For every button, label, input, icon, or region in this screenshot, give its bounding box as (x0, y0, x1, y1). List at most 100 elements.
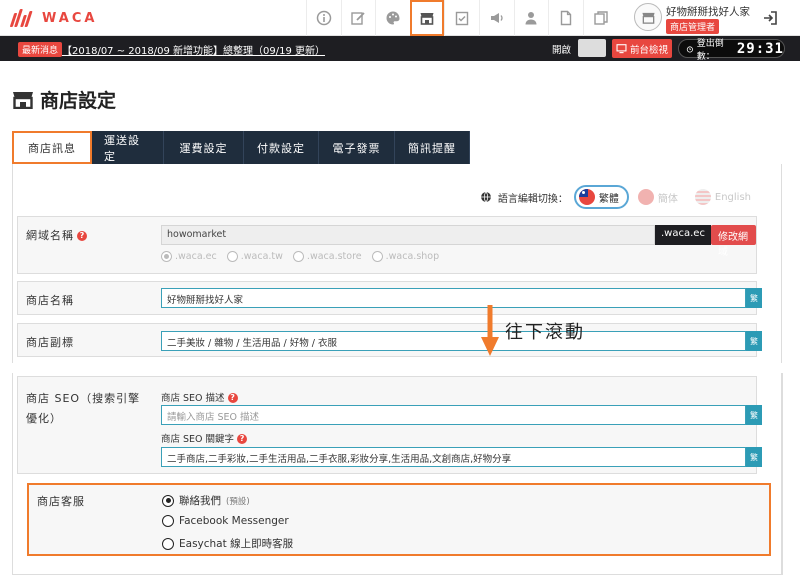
seo-desc-label: 商店 SEO 描述? (161, 390, 238, 404)
shop-avatar (634, 3, 662, 31)
document-icon[interactable] (548, 0, 583, 36)
service-option-contact[interactable]: 聯絡我們 (預設) (162, 493, 250, 508)
seo-keywords-label: 商店 SEO 關鍵字? (161, 431, 248, 445)
lang-label: 簡体 (657, 193, 678, 205)
service-option-easychat[interactable]: Easychat 線上即時客服 (162, 536, 293, 551)
scroll-hint-text: 往下滾動 (505, 322, 585, 343)
info-icon[interactable] (306, 0, 341, 36)
domain-option-waca-tw[interactable]: .waca.tw (226, 251, 283, 262)
tab-shipping-fee[interactable]: 運費設定 (164, 131, 244, 164)
monitor-icon (616, 44, 627, 54)
top-icon-bar (306, 0, 617, 36)
tab-label: 運費設定 (179, 141, 228, 155)
shop-name-label: 商店名稱 (26, 294, 74, 307)
seo-field: 商店 SEO（搜索引擎 優化） 商店 SEO 描述? 請輸入商店 SEO 描述 繁… (17, 376, 762, 474)
help-icon[interactable]: ? (77, 231, 87, 241)
user-icon[interactable] (513, 0, 549, 36)
domain-suffix: .waca.ec (655, 225, 711, 245)
timer-label: 登出倒數： (696, 38, 724, 62)
shop-name: 好物掰掰找好人家 (666, 6, 750, 18)
customer-service-field: 商店客服 聯絡我們 (預設) Facebook Messenger Easych… (27, 483, 771, 556)
radio-icon (162, 537, 174, 550)
tab-sms-reminder[interactable]: 簡訊提醒 (395, 131, 470, 164)
frontend-view-label: 前台檢視 (629, 44, 668, 56)
tab-label: 電子發票 (332, 141, 381, 155)
radio-icon (161, 251, 172, 262)
radio-icon (162, 515, 174, 527)
option-label: Facebook Messenger (179, 515, 289, 527)
option-label: Easychat 線上即時客服 (179, 538, 294, 550)
logout-icon[interactable] (762, 10, 778, 26)
lang-simplified-chinese[interactable]: 簡体 (635, 187, 686, 207)
domain-field: 網域名稱? howomarket .waca.ec 修改網域 .waca.ec … (17, 216, 757, 274)
radio-icon (162, 494, 174, 507)
store-icon (13, 91, 33, 109)
waca-logo[interactable]: WACA (8, 7, 97, 29)
open-label: 開啟 (552, 45, 572, 56)
radio-icon (371, 251, 383, 262)
arrow-down-icon (481, 305, 499, 356)
shop-subtitle-input[interactable]: 二手美妝 / 雜物 / 生活用品 / 好物 / 衣服 (161, 331, 746, 351)
shop-name-lang-button[interactable]: 繁 (746, 288, 762, 308)
lang-traditional-chinese[interactable]: 繁體 (573, 185, 629, 209)
seo-desc-input[interactable]: 請輸入商店 SEO 描述 (161, 405, 746, 425)
announcement-bar: 最新消息 【2018/07 ~ 2018/09 新增功能】總整理（09/19 更… (0, 36, 800, 62)
megaphone-icon[interactable] (478, 0, 514, 36)
tab-label: 商店訊息 (28, 141, 76, 155)
tab-shipping[interactable]: 運送設定 (92, 131, 164, 164)
shop-role-badge: 商店管理者 (666, 19, 720, 34)
domain-option-waca-store[interactable]: .waca.store (292, 251, 362, 262)
frontend-view-button[interactable]: 前台檢視 (612, 39, 672, 58)
uk-flag-icon (694, 189, 711, 205)
lang-label: 繁體 (598, 193, 619, 205)
tab-shop-info[interactable]: 商店訊息 (12, 131, 92, 164)
seo-desc-lang-button[interactable]: 繁 (746, 405, 762, 425)
china-flag-icon (637, 189, 654, 205)
domain-suffix-options: .waca.ec .waca.tw .waca.store .waca.shop (161, 251, 439, 262)
help-icon[interactable]: ? (237, 434, 248, 444)
shop-subtitle-lang-button[interactable]: 繁 (746, 331, 762, 351)
domain-label: 網域名稱? (26, 227, 87, 243)
tab-payment[interactable]: 付款設定 (244, 131, 319, 164)
radio-icon (226, 251, 238, 262)
language-switcher: 語言編輯切換： 繁體 簡体 English (480, 185, 759, 209)
store-icon[interactable] (409, 0, 445, 36)
modify-domain-button[interactable]: 修改網域 (711, 225, 756, 258)
tab-e-invoice[interactable]: 電子發票 (319, 131, 395, 164)
shop-profile[interactable]: 好物掰掰找好人家 商店管理者 (632, 1, 752, 34)
news-badge: 最新消息 (18, 42, 63, 57)
shop-name-input[interactable]: 好物掰掰找好人家 (161, 288, 746, 308)
tab-label: 運送設定 (104, 133, 140, 163)
lang-english[interactable]: English (692, 187, 759, 207)
option-label: 聯絡我們 (179, 495, 221, 507)
checklist-icon[interactable] (444, 0, 479, 36)
logo-text: WACA (42, 10, 98, 26)
page-title: 商店設定 (40, 90, 117, 112)
domain-option-waca-shop[interactable]: .waca.shop (371, 251, 439, 262)
taiwan-flag-icon (578, 189, 595, 205)
palette-icon[interactable] (375, 0, 410, 36)
service-option-messenger[interactable]: Facebook Messenger (162, 515, 289, 527)
shop-name-field: 商店名稱 好物掰掰找好人家 繁 (17, 281, 762, 315)
option-note: (預設) (226, 496, 250, 507)
lang-label: English (714, 191, 751, 203)
radio-icon (292, 251, 304, 262)
shop-subtitle-field: 商店副標 二手美妝 / 雜物 / 生活用品 / 好物 / 衣服 繁 (17, 323, 762, 357)
copy-icon[interactable] (582, 0, 618, 36)
top-navbar: WACA 好物掰掰找好人家 商店管理者 (0, 0, 800, 36)
domain-option-waca-ec[interactable]: .waca.ec (161, 251, 217, 262)
language-label: 語言編輯切換： (497, 193, 568, 205)
customer-service-label: 商店客服 (37, 495, 85, 508)
domain-input[interactable]: howomarket (161, 225, 655, 245)
tab-label: 付款設定 (257, 141, 305, 155)
page-header: 商店設定 (12, 86, 116, 113)
edit-icon[interactable] (340, 0, 376, 36)
logout-timer: 登出倒數： 29:31 (678, 39, 785, 62)
settings-tabs: 商店訊息 運送設定 運費設定 付款設定 電子發票 簡訊提醒 (12, 131, 470, 164)
announcement-link[interactable]: 【2018/07 ~ 2018/09 新增功能】總整理（09/19 更新） (62, 42, 325, 57)
shop-subtitle-label: 商店副標 (26, 336, 74, 349)
help-icon[interactable]: ? (227, 393, 238, 403)
seo-keywords-lang-button[interactable]: 繁 (746, 447, 762, 467)
seo-keywords-input[interactable]: 二手商店,二手彩妝,二手生活用品,二手衣服,彩妝分享,生活用品,文創商店,好物分… (161, 447, 746, 467)
open-toggle[interactable] (578, 39, 606, 57)
